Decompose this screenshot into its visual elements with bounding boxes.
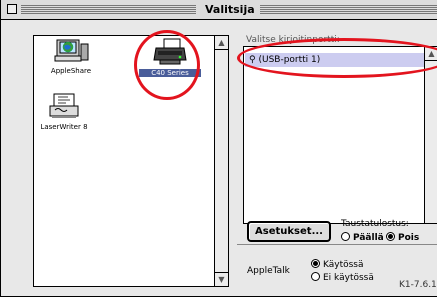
driver-item-laserwriter[interactable]: LaserWriter 8 [35,92,93,131]
title-bar[interactable]: Valitsija [1,0,437,20]
port-list-item[interactable]: ⚲ (USB-portti 1) [245,53,425,67]
background-on-radio[interactable]: Päällä [341,232,384,243]
driver-label: LaserWriter 8 [40,123,88,131]
radio-label: Päällä [353,233,384,243]
appletalk-inactive-radio[interactable]: Ei käytössä [311,272,374,283]
radio-off-icon [341,232,350,241]
radio-on-icon [386,232,395,241]
port-list-scrollbar[interactable]: ▲ [424,47,437,223]
driver-label: C40 Series [139,69,201,77]
usb-icon: ⚲ [249,55,256,65]
appleshare-icon [54,39,89,62]
title-stripes-right [249,5,437,15]
radio-on-icon [311,259,320,268]
scroll-up-arrow-icon[interactable]: ▲ [215,36,228,50]
title-stripes-left [21,5,196,15]
port-list[interactable]: ⚲ (USB-portti 1) ▲ [243,46,437,224]
version-label: K1-7.6.1 [399,280,437,290]
section-divider [237,244,437,245]
background-printing-label: Taustatulostus: [341,219,409,229]
chooser-window: Valitsija ▲ ▼ AppleShare C40 Series Lase… [0,0,437,297]
radio-label: Ei käytössä [323,273,374,283]
port-scroll-up-icon[interactable]: ▲ [425,47,437,61]
radio-label: Käytössä [323,260,364,270]
setup-button[interactable]: Asetukset... [247,221,331,242]
laserwriter-icon [49,93,79,118]
window-title: Valitsija [200,3,260,16]
driver-item-c40-series[interactable]: C40 Series [139,38,201,77]
port-list-label: Valitse kirjoitinportti: [246,35,340,45]
background-off-radio[interactable]: Pois [386,232,419,243]
driver-list-scrollbar[interactable]: ▲ ▼ [214,36,228,286]
radio-label: Pois [398,233,420,243]
radio-off-icon [311,272,320,281]
appletalk-active-radio[interactable]: Käytössä [311,259,364,270]
driver-label: AppleShare [50,67,92,75]
printer-icon [153,38,187,65]
driver-item-appleshare[interactable]: AppleShare [40,38,102,75]
appletalk-label: AppleTalk [247,266,290,276]
scroll-down-arrow-icon[interactable]: ▼ [215,272,228,286]
port-item-label: (USB-portti 1) [258,55,321,65]
close-box[interactable] [7,4,17,14]
